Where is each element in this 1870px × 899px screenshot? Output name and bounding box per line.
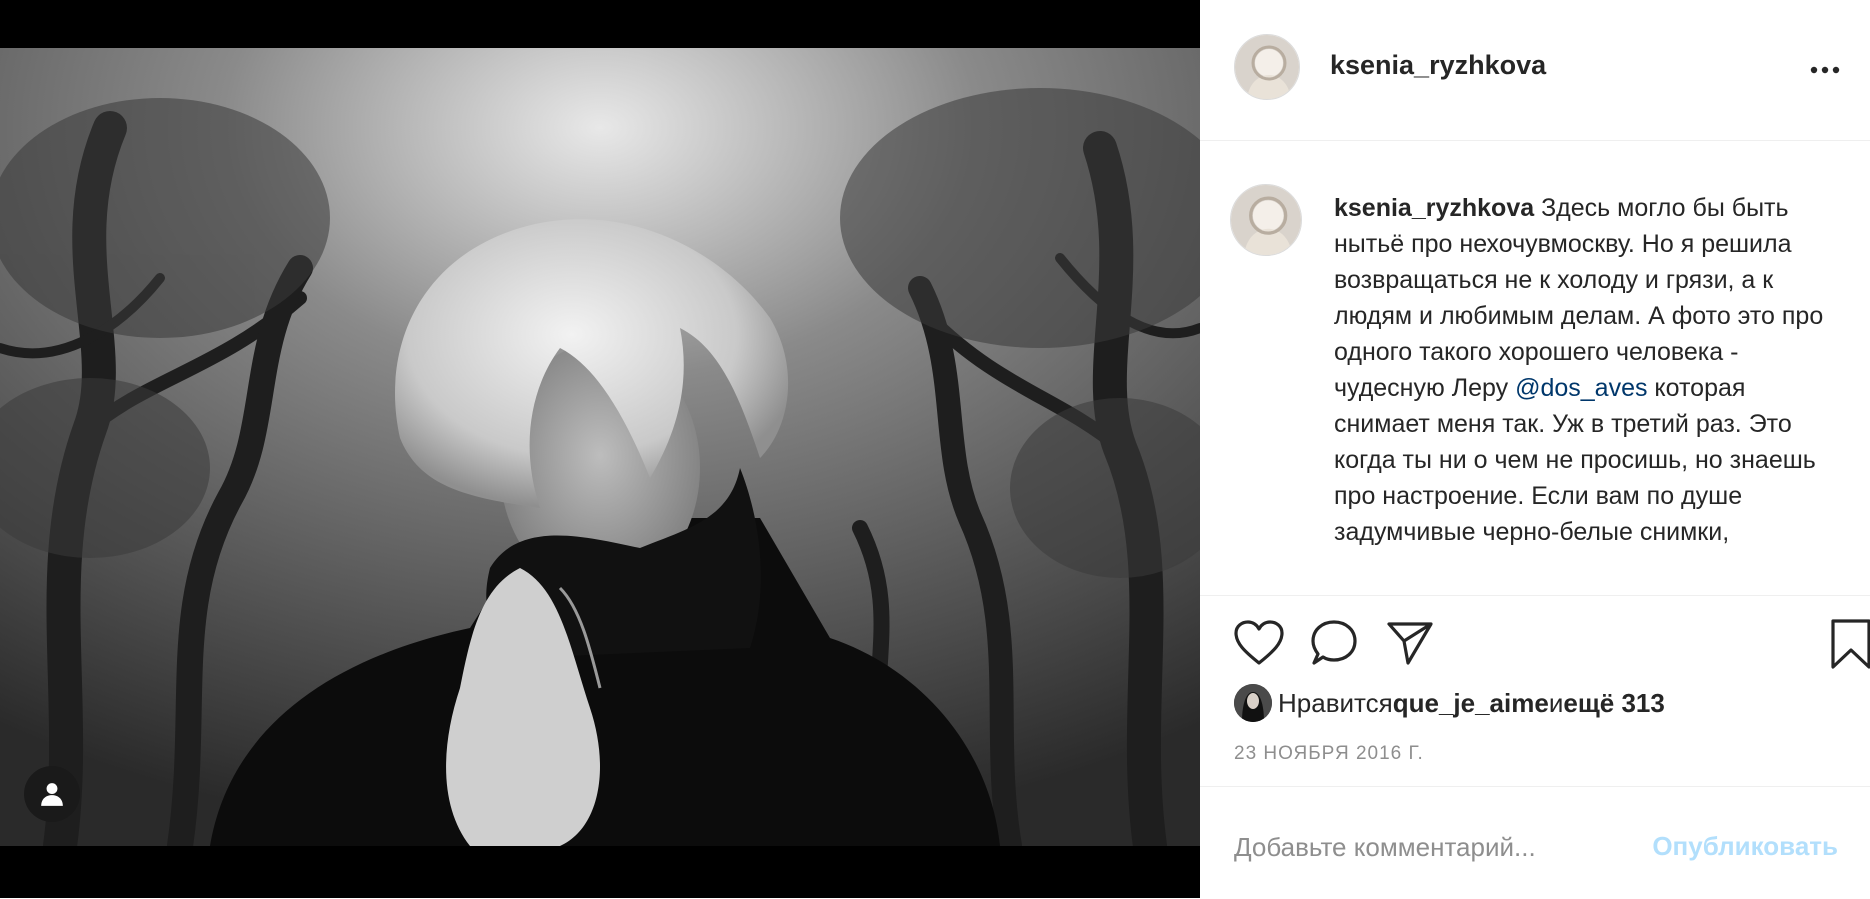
save-button[interactable] — [1830, 618, 1870, 675]
likes-summary: Нравится que_je_aime и ещё 313 — [1234, 683, 1665, 723]
avatar-image — [1234, 684, 1272, 722]
likes-connector: и — [1548, 687, 1564, 718]
post-caption: ksenia_ryzhkova Здесь могло бы быть ныть… — [1334, 190, 1844, 550]
comment-icon — [1311, 620, 1357, 665]
author-avatar[interactable] — [1234, 34, 1300, 100]
post-header: ksenia_ryzhkova — [1200, 0, 1870, 141]
publish-button[interactable]: Опубликовать — [1652, 831, 1838, 862]
paper-plane-icon — [1387, 622, 1433, 665]
share-button[interactable] — [1386, 620, 1434, 671]
liker-avatar[interactable] — [1234, 684, 1272, 722]
comment-button[interactable] — [1310, 619, 1358, 672]
post-photo[interactable] — [0, 48, 1200, 846]
user-tag-icon — [41, 783, 63, 806]
heart-icon — [1234, 620, 1284, 665]
ellipsis-icon — [1810, 66, 1840, 74]
avatar-image — [1235, 35, 1299, 99]
more-options-button[interactable] — [1805, 55, 1845, 85]
likes-prefix: Нравится — [1278, 687, 1393, 718]
post-actions-divider — [1200, 595, 1870, 596]
likes-count-link[interactable]: ещё 313 — [1563, 688, 1664, 719]
bookmark-icon — [1831, 619, 1870, 669]
post-sidebar: ksenia_ryzhkova ksenia_ryzhkova Здесь мо… — [1200, 0, 1870, 898]
post-media-pane — [0, 0, 1200, 898]
tag-user-button[interactable] — [24, 766, 80, 822]
comment-bar: Опубликовать — [1200, 786, 1870, 899]
caption-author-avatar[interactable] — [1230, 184, 1302, 256]
avatar-image — [1231, 185, 1301, 255]
like-button[interactable] — [1234, 620, 1284, 671]
author-username[interactable]: ksenia_ryzhkova — [1330, 50, 1546, 81]
comment-input[interactable] — [1234, 827, 1594, 867]
caption-username[interactable]: ksenia_ryzhkova — [1334, 194, 1534, 222]
caption-mention-link[interactable]: @dos_aves — [1515, 374, 1647, 402]
photo-image — [0, 48, 1200, 846]
post-date[interactable]: 23 НОЯБРЯ 2016 Г. — [1234, 743, 1424, 765]
liker-username[interactable]: que_je_aime — [1393, 688, 1549, 719]
caption-text: Здесь могло бы быть нытьё про нехочувмос… — [1334, 194, 1824, 402]
